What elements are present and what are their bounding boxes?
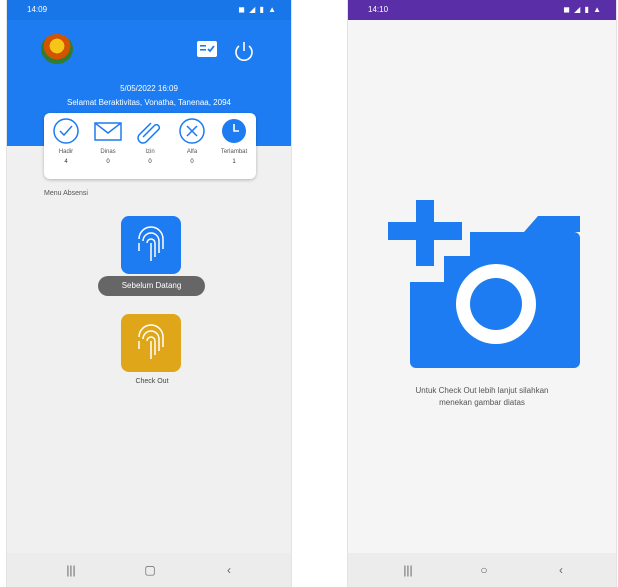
status-time: 14:09 (27, 5, 48, 14)
checkin-tooltip: Sebelum Datang (98, 276, 205, 296)
status-bar: 14:10 ◼ ◢ ▮ ▲ (348, 0, 616, 20)
checkout-label: Check Out (135, 378, 169, 385)
stat-label: Terlambat (220, 149, 248, 155)
stat-izin[interactable]: Izin 0 (130, 117, 170, 165)
current-datetime: 5/05/2022 16:09 (120, 84, 178, 93)
home-screen: 14:09 ◼ ◢ ▮ ▲ 5/05/2022 16:09 Selamat Be… (6, 0, 292, 587)
x-circle-icon (179, 118, 205, 144)
stat-value: 4 (64, 159, 68, 165)
task-list-icon[interactable] (197, 41, 217, 57)
stat-label: Dinas (100, 149, 116, 155)
navigation-bar: ||| ○ ‹ (348, 553, 616, 587)
back-icon[interactable]: ‹ (221, 562, 237, 578)
stat-value: 0 (148, 159, 152, 165)
instruction-line-1: Untuk Check Out lebih lanjut silahkan (415, 386, 549, 395)
power-icon[interactable] (233, 40, 255, 62)
check-circle-icon (53, 118, 79, 144)
navigation-bar: ||| ▢ ‹ (7, 553, 291, 587)
add-photo-camera-icon[interactable] (384, 196, 580, 368)
stat-terlambat[interactable]: Terlambat 1 (214, 117, 254, 165)
back-icon[interactable]: ‹ (553, 562, 569, 578)
status-icons: ◼ ◢ ▮ ▲ (563, 5, 602, 14)
checkout-screen: 14:10 ◼ ◢ ▮ ▲ Untuk Check Out lebih lanj… (347, 0, 617, 587)
instruction-text: Untuk Check Out lebih lanjut silahkan me… (358, 385, 606, 409)
recent-apps-icon[interactable]: ||| (400, 562, 416, 578)
stat-dinas[interactable]: Dinas 0 (88, 117, 128, 165)
stat-alfa[interactable]: Alfa 0 (172, 117, 212, 165)
instruction-line-2: menekan gambar diatas (439, 398, 525, 407)
home-icon[interactable]: ○ (476, 562, 492, 578)
envelope-icon (94, 122, 122, 141)
stat-value: 1 (232, 159, 236, 165)
stat-label: Hadir (58, 149, 74, 155)
attendance-summary-card: Hadir 4 Dinas 0 Izin 0 Alfa 0 Terlambat … (44, 113, 256, 179)
paperclip-icon (137, 122, 161, 144)
fingerprint-icon (138, 324, 164, 359)
greeting-text: Selamat Beraktivitas, Vonatha, Tanenaa, … (67, 98, 231, 107)
stat-hadir[interactable]: Hadir 4 (46, 117, 86, 165)
fingerprint-icon (138, 226, 164, 261)
status-bar: 14:09 ◼ ◢ ▮ ▲ (7, 0, 291, 20)
stat-label: Izin (145, 149, 155, 155)
stat-value: 0 (190, 159, 194, 165)
stat-value: 0 (106, 159, 110, 165)
recent-apps-icon[interactable]: ||| (63, 562, 79, 578)
home-icon[interactable]: ▢ (142, 562, 158, 578)
clock-icon (222, 119, 246, 143)
section-title: Menu Absensi (44, 190, 88, 197)
app-logo (41, 34, 73, 64)
checkin-button[interactable] (121, 216, 181, 274)
stat-label: Alfa (186, 149, 198, 155)
status-time: 14:10 (368, 5, 389, 14)
checkout-button[interactable] (121, 314, 181, 372)
status-icons: ◼ ◢ ▮ ▲ (238, 5, 277, 14)
